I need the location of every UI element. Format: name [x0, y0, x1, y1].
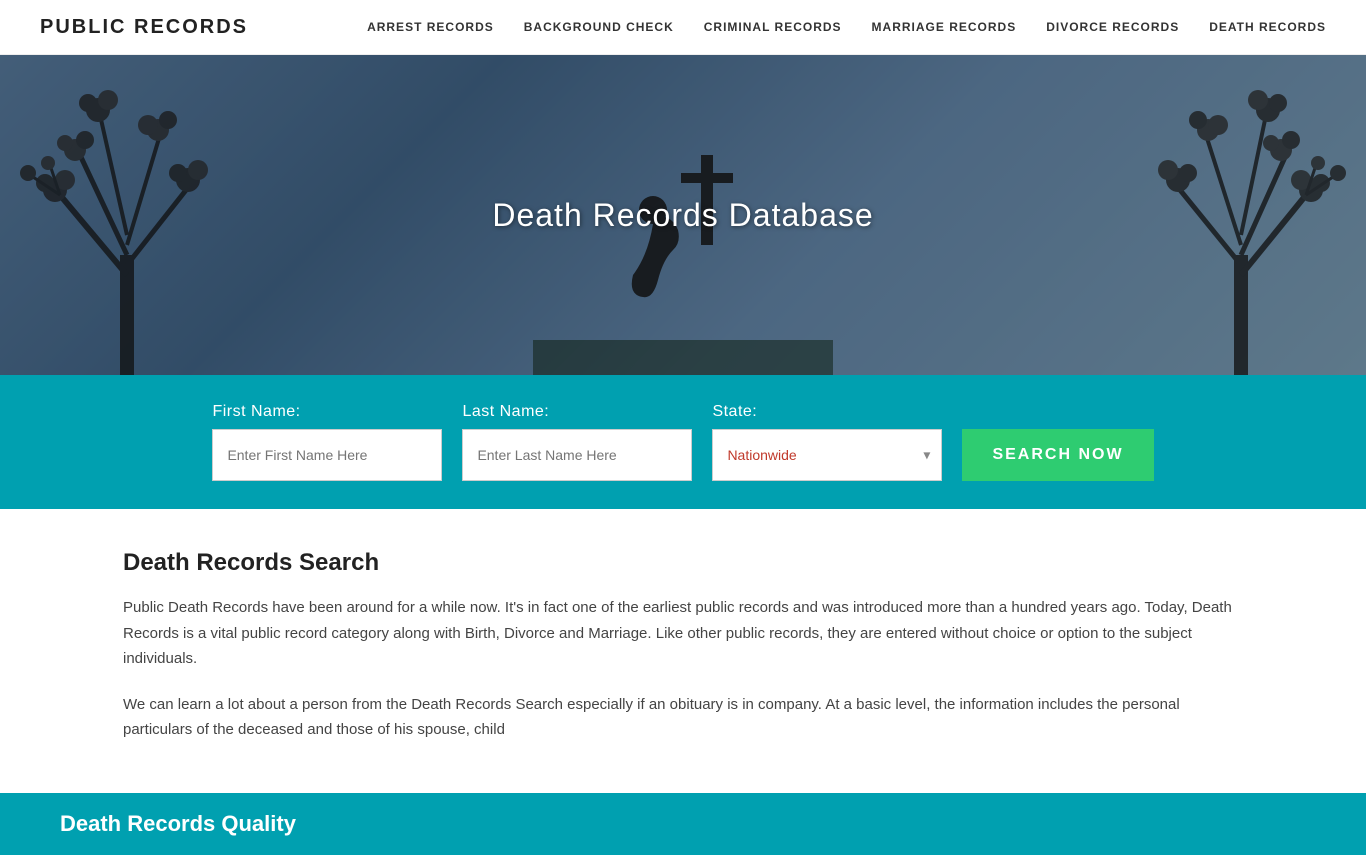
last-name-field-group: Last Name:: [462, 403, 692, 481]
last-name-label: Last Name:: [462, 403, 549, 421]
site-logo: PUBLIC RECORDS: [40, 16, 248, 39]
nav-item-arrest-records[interactable]: ARREST RECORDS: [367, 20, 494, 34]
first-name-label: First Name:: [212, 403, 300, 421]
main-nav: ARREST RECORDS BACKGROUND CHECK CRIMINAL R…: [367, 20, 1326, 34]
nav-item-death-records[interactable]: DEATH RECORDS: [1209, 20, 1326, 34]
bottom-banner: Death Records Quality: [0, 793, 1366, 855]
state-label: State:: [712, 403, 757, 421]
search-section: First Name: Last Name: State: Nationwide…: [0, 375, 1366, 509]
nav-item-criminal-records[interactable]: CRIMINAL RECORDS: [704, 20, 842, 34]
content-paragraph-2: We can learn a lot about a person from t…: [123, 692, 1243, 743]
hero-title: Death Records Database: [492, 197, 873, 234]
state-field-group: State: NationwideAlabamaAlaskaArizonaArk…: [712, 403, 942, 481]
nav-item-divorce-records[interactable]: DIVORCE RECORDS: [1046, 20, 1179, 34]
content-paragraph-1: Public Death Records have been around fo…: [123, 595, 1243, 672]
main-content: Death Records Search Public Death Record…: [63, 509, 1303, 793]
hero-tree-left: [0, 55, 300, 375]
hero-content: Death Records Database: [492, 197, 873, 234]
nav-item-marriage-records[interactable]: MARRIAGE RECORDS: [872, 20, 1017, 34]
state-select[interactable]: NationwideAlabamaAlaskaArizonaArkansasCa…: [712, 429, 942, 481]
first-name-field-group: First Name:: [212, 403, 442, 481]
last-name-input[interactable]: [462, 429, 692, 481]
first-name-input[interactable]: [212, 429, 442, 481]
hero-section: Death Records Database: [0, 55, 1366, 375]
state-select-wrapper: NationwideAlabamaAlaskaArizonaArkansasCa…: [712, 429, 942, 481]
hero-tree-right: [1066, 55, 1366, 375]
content-heading: Death Records Search: [123, 549, 1243, 577]
nav-item-background-check[interactable]: BACKGROUND CHECK: [524, 20, 674, 34]
site-header: PUBLIC RECORDS ARREST RECORDS BACKGROUND …: [0, 0, 1366, 55]
bottom-banner-title: Death Records Quality: [60, 811, 296, 836]
search-button[interactable]: SEARCH NOW: [962, 429, 1153, 481]
